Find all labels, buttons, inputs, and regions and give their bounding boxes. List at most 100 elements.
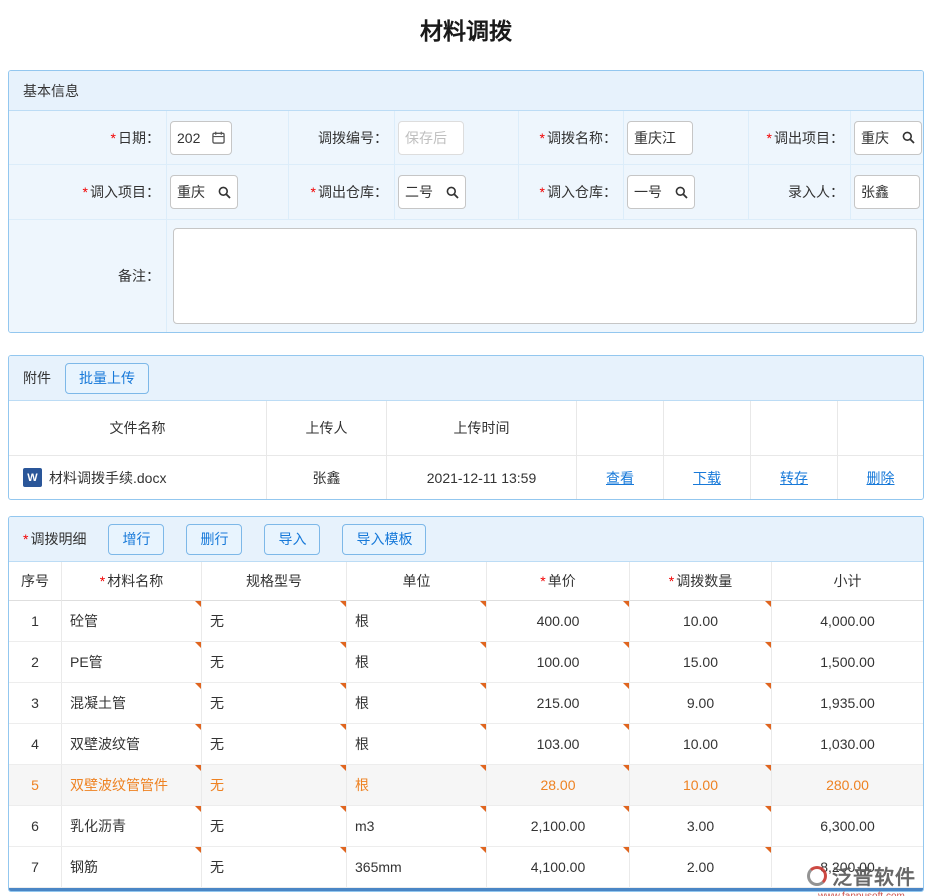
search-icon[interactable] <box>218 186 231 199</box>
in-project-field-cell: 重庆 <box>166 164 288 219</box>
cell-qty[interactable]: 15.00 <box>629 642 771 682</box>
date-input[interactable]: 202 <box>170 121 232 155</box>
remark-label: 备注： <box>9 219 166 332</box>
cell-spec[interactable]: 无 <box>201 642 346 682</box>
required-marker: * <box>767 130 772 146</box>
table-bottom-edge <box>9 888 923 891</box>
page-title: 材料调拨 <box>0 16 932 46</box>
required-marker: * <box>540 130 545 146</box>
cell-material-name[interactable]: 乳化沥青 <box>61 806 201 846</box>
table-row[interactable]: 2 PE管 无 根 100.00 15.00 1,500.00 <box>9 642 923 683</box>
cell-material-name[interactable]: 双壁波纹管 <box>61 724 201 764</box>
view-link[interactable]: 查看 <box>606 468 634 488</box>
out-project-field-cell: 重庆 <box>850 111 923 164</box>
cell-qty[interactable]: 10.00 <box>629 765 771 805</box>
brand-url: www.fanpusoft.com <box>807 891 916 896</box>
cell-unit[interactable]: 根 <box>346 642 486 682</box>
table-row[interactable]: 7 钢筋 无 365mm 4,100.00 2.00 8,200.00 <box>9 847 923 888</box>
cell-qty[interactable]: 3.00 <box>629 806 771 846</box>
batch-upload-button[interactable]: 批量上传 <box>65 363 149 394</box>
date-label: * 日期： <box>9 111 166 164</box>
recorder-input[interactable]: 张鑫 <box>854 175 920 209</box>
cell-unit[interactable]: 根 <box>346 724 486 764</box>
table-row[interactable]: 1 砼管 无 根 400.00 10.00 4,000.00 <box>9 601 923 642</box>
remark-label-text: 备注： <box>118 266 160 286</box>
out-project-input[interactable]: 重庆 <box>854 121 922 155</box>
column-header-subtotal: 小计 <box>771 562 923 601</box>
recorder-field-cell: 张鑫 <box>850 164 923 219</box>
column-header-unit: 单位 <box>346 562 486 601</box>
transfer-name-label: * 调拨名称： <box>518 111 623 164</box>
basic-info-header: 基本信息 <box>9 71 923 111</box>
cell-qty[interactable]: 10.00 <box>629 601 771 641</box>
cell-material-name[interactable]: 钢筋 <box>61 847 201 887</box>
in-warehouse-field-cell: 一号 <box>623 164 748 219</box>
cell-spec[interactable]: 无 <box>201 847 346 887</box>
cell-unit[interactable]: 根 <box>346 683 486 723</box>
required-marker: * <box>669 573 674 589</box>
cell-spec[interactable]: 无 <box>201 806 346 846</box>
attachments-header: 附件 批量上传 <box>9 356 923 401</box>
cell-price[interactable]: 2,100.00 <box>486 806 629 846</box>
search-icon[interactable] <box>446 186 459 199</box>
cell-subtotal: 4,000.00 <box>771 601 923 641</box>
import-button[interactable]: 导入 <box>264 524 320 555</box>
out-warehouse-value: 二号 <box>405 182 433 202</box>
remark-textarea[interactable] <box>173 228 917 324</box>
cell-qty[interactable]: 2.00 <box>629 847 771 887</box>
cell-qty[interactable]: 10.00 <box>629 724 771 764</box>
out-warehouse-input[interactable]: 二号 <box>398 175 466 209</box>
required-marker: * <box>83 184 88 200</box>
attachments-table-header: 文件名称 上传人 上传时间 <box>9 401 923 456</box>
cell-unit[interactable]: 根 <box>346 601 486 641</box>
cell-material-name[interactable]: 双壁波纹管管件 <box>61 765 201 805</box>
save-as-link[interactable]: 转存 <box>780 468 808 488</box>
delete-row-button[interactable]: 删行 <box>186 524 242 555</box>
cell-unit[interactable]: 根 <box>346 765 486 805</box>
in-project-label-text: 调入项目： <box>90 182 160 202</box>
table-row[interactable]: 4 双壁波纹管 无 根 103.00 10.00 1,030.00 <box>9 724 923 765</box>
import-template-button[interactable]: 导入模板 <box>342 524 426 555</box>
transfer-no-field-cell: 保存后 <box>394 111 518 164</box>
transfer-details-title-text: 调拨明细 <box>30 531 86 547</box>
cell-unit[interactable]: m3 <box>346 806 486 846</box>
delete-link[interactable]: 删除 <box>867 468 895 488</box>
in-warehouse-input[interactable]: 一号 <box>627 175 695 209</box>
table-row-selected[interactable]: 5 双壁波纹管管件 无 根 28.00 10.00 280.00 <box>9 765 923 806</box>
table-row[interactable]: 6 乳化沥青 无 m3 2,100.00 3.00 6,300.00 <box>9 806 923 847</box>
cell-spec[interactable]: 无 <box>201 601 346 641</box>
search-icon[interactable] <box>902 131 915 144</box>
calendar-icon[interactable] <box>212 131 225 144</box>
table-row[interactable]: 3 混凝土管 无 根 215.00 9.00 1,935.00 <box>9 683 923 724</box>
cell-price[interactable]: 215.00 <box>486 683 629 723</box>
cell-qty[interactable]: 9.00 <box>629 683 771 723</box>
cell-price[interactable]: 4,100.00 <box>486 847 629 887</box>
column-header-upload-time: 上传时间 <box>386 401 576 456</box>
add-row-button[interactable]: 增行 <box>108 524 164 555</box>
cell-price[interactable]: 28.00 <box>486 765 629 805</box>
recorder-value: 张鑫 <box>861 182 889 202</box>
attachment-file-cell: W 材料调拨手续.docx <box>9 456 266 499</box>
cell-no: 2 <box>9 642 61 682</box>
in-project-input[interactable]: 重庆 <box>170 175 238 209</box>
transfer-no-label-text: 调拨编号： <box>318 128 388 148</box>
out-warehouse-field-cell: 二号 <box>394 164 518 219</box>
search-icon[interactable] <box>675 186 688 199</box>
date-value: 202 <box>177 130 200 146</box>
transfer-no-value: 保存后 <box>405 128 447 148</box>
cell-spec[interactable]: 无 <box>201 765 346 805</box>
cell-unit[interactable]: 365mm <box>346 847 486 887</box>
cell-price[interactable]: 400.00 <box>486 601 629 641</box>
transfer-name-input[interactable]: 重庆江 <box>627 121 693 155</box>
column-header-action-1 <box>576 401 663 456</box>
cell-material-name[interactable]: 混凝土管 <box>61 683 201 723</box>
cell-material-name[interactable]: PE管 <box>61 642 201 682</box>
cell-spec[interactable]: 无 <box>201 683 346 723</box>
cell-spec[interactable]: 无 <box>201 724 346 764</box>
required-marker: * <box>311 184 316 200</box>
cell-material-name[interactable]: 砼管 <box>61 601 201 641</box>
download-link[interactable]: 下载 <box>693 468 721 488</box>
cell-price[interactable]: 103.00 <box>486 724 629 764</box>
date-field-cell: 202 <box>166 111 288 164</box>
cell-price[interactable]: 100.00 <box>486 642 629 682</box>
